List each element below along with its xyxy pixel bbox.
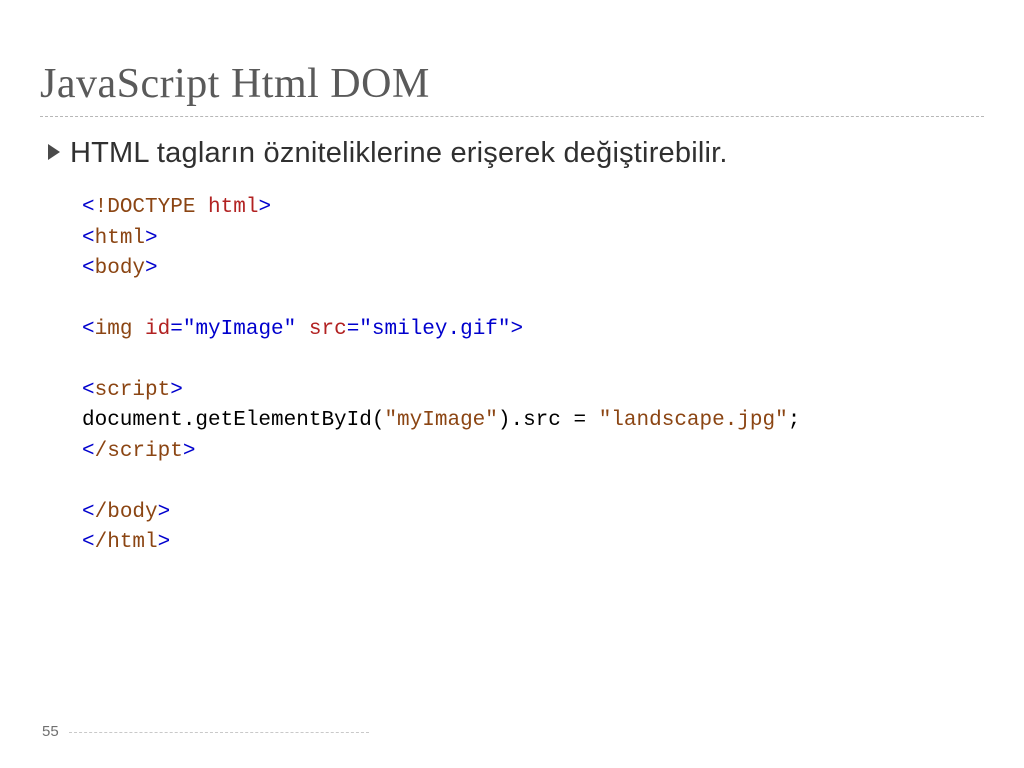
code-token: ="myImage" [170,318,296,341]
code-token: > [158,531,171,554]
code-token: document.getElementById( [82,409,384,432]
code-token: /html [95,531,158,554]
code-token: < [82,531,95,554]
code-token: ; [788,409,801,432]
code-token: html [95,227,145,250]
code-token: src [296,318,346,341]
code-token: < [82,379,95,402]
code-token: > [170,379,183,402]
code-token: < [82,440,95,463]
code-token: < [82,196,95,219]
slide-title: JavaScript Html DOM [40,60,984,108]
slide: JavaScript Html DOM HTML tagların öznite… [0,0,1024,768]
code-token: ).src = [498,409,599,432]
code-token: id [132,318,170,341]
code-token: > [183,440,196,463]
code-token: "landscape.jpg" [599,409,788,432]
code-token: < [82,318,95,341]
title-divider [40,116,984,117]
code-token: !DOCTYPE [95,196,196,219]
code-token: > [258,196,271,219]
bullet-item: HTML tagların özniteliklerine erişerek d… [48,135,984,171]
bullet-text: HTML tagların özniteliklerine erişerek d… [70,135,728,171]
code-token: /script [95,440,183,463]
code-block: <!DOCTYPE html> <html> <body> <img id="m… [82,193,984,558]
code-token: < [82,257,95,280]
code-token: script [95,379,171,402]
code-token: > [145,257,158,280]
code-token: body [95,257,145,280]
page-number: 55 [42,723,369,740]
code-token: < [82,501,95,524]
code-token: > [511,318,524,341]
code-token: "myImage" [384,409,497,432]
code-token: /body [95,501,158,524]
triangle-bullet-icon [48,144,60,160]
code-token: img [95,318,133,341]
code-token: ="smiley.gif" [347,318,511,341]
code-token: html [195,196,258,219]
code-token: > [158,501,171,524]
code-token: < [82,227,95,250]
code-token: > [145,227,158,250]
